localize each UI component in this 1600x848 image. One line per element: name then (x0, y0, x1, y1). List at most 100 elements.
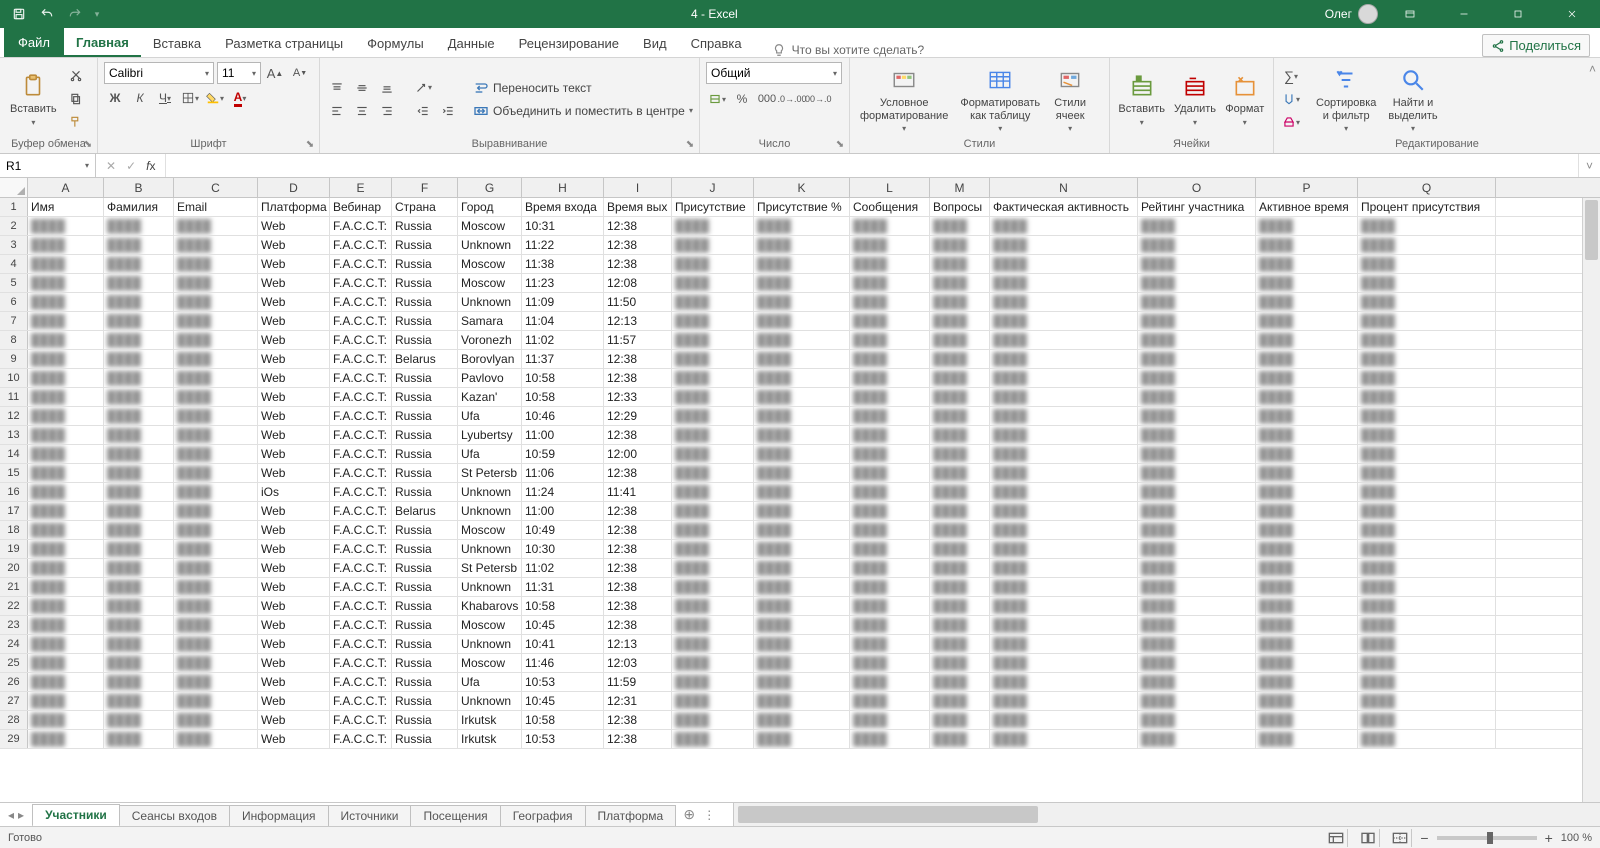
cell[interactable]: 12:29 (604, 407, 672, 425)
cell[interactable]: ████ (990, 616, 1138, 634)
row-header[interactable]: 27 (0, 692, 28, 710)
cell[interactable]: Web (258, 236, 330, 254)
cell[interactable]: ████ (1256, 483, 1358, 501)
cell[interactable]: F.A.C.C.T: (330, 521, 392, 539)
conditional-formatting-button[interactable]: Условное форматирование▾ (856, 63, 952, 134)
sheet-nav-next-icon[interactable]: ▸ (18, 808, 24, 822)
cell[interactable]: 12:38 (604, 730, 672, 748)
row-header[interactable]: 22 (0, 597, 28, 615)
sheet-tab[interactable]: Платформа (585, 805, 677, 826)
cell[interactable]: Russia (392, 445, 458, 463)
header-cell[interactable]: Страна (392, 198, 458, 216)
font-name-combo[interactable]: Calibri▾ (104, 62, 214, 84)
cell[interactable]: ████ (930, 654, 990, 672)
cell[interactable]: Russia (392, 464, 458, 482)
cell[interactable]: ████ (672, 426, 754, 444)
cell[interactable]: ████ (104, 312, 174, 330)
cell[interactable]: ████ (930, 730, 990, 748)
cell[interactable]: ████ (850, 635, 930, 653)
cell[interactable]: 12:38 (604, 711, 672, 729)
cell[interactable]: ████ (1138, 236, 1256, 254)
cell[interactable]: ████ (1358, 255, 1496, 273)
cell[interactable]: ████ (1138, 483, 1256, 501)
cell[interactable]: ████ (990, 540, 1138, 558)
cell[interactable]: ████ (754, 616, 850, 634)
zoom-level[interactable]: 100 % (1561, 832, 1592, 844)
cell[interactable]: ████ (1358, 312, 1496, 330)
row-header[interactable]: 17 (0, 502, 28, 520)
cell[interactable]: ████ (104, 597, 174, 615)
cell[interactable]: Web (258, 331, 330, 349)
sheet-nav-prev-icon[interactable]: ◂ (8, 808, 14, 822)
cell[interactable]: 12:38 (604, 521, 672, 539)
header-cell[interactable]: Имя (28, 198, 104, 216)
cell[interactable]: 11:31 (522, 578, 604, 596)
cell[interactable]: ████ (104, 217, 174, 235)
select-all-button[interactable] (0, 178, 28, 197)
column-header[interactable]: E (330, 178, 392, 197)
cell[interactable]: ████ (754, 274, 850, 292)
row-header[interactable]: 5 (0, 274, 28, 292)
cell[interactable]: Moscow (458, 654, 522, 672)
cell[interactable]: Web (258, 445, 330, 463)
cell[interactable]: 11:23 (522, 274, 604, 292)
format-cells-button[interactable]: Формат▾ (1223, 69, 1267, 128)
cell[interactable]: ████ (28, 483, 104, 501)
cell[interactable]: ████ (1256, 407, 1358, 425)
collapse-ribbon-icon[interactable]: ˄ (1589, 62, 1596, 76)
cell[interactable]: Web (258, 540, 330, 558)
ribbon-tab[interactable]: Формулы (355, 29, 436, 57)
cell[interactable]: 12:13 (604, 312, 672, 330)
cell[interactable]: Web (258, 711, 330, 729)
cell[interactable]: ████ (28, 236, 104, 254)
cell[interactable]: ████ (850, 217, 930, 235)
cell[interactable]: F.A.C.C.T: (330, 597, 392, 615)
cell[interactable]: 11:41 (604, 483, 672, 501)
cell[interactable]: Web (258, 312, 330, 330)
cell[interactable]: ████ (1138, 502, 1256, 520)
cell[interactable]: ████ (1358, 711, 1496, 729)
cell[interactable]: 12:38 (604, 255, 672, 273)
cell[interactable]: 10:53 (522, 673, 604, 691)
cell[interactable]: ████ (28, 540, 104, 558)
cell[interactable]: 12:38 (604, 540, 672, 558)
cell[interactable]: ████ (104, 635, 174, 653)
header-cell[interactable]: Время входа (522, 198, 604, 216)
maximize-icon[interactable] (1496, 0, 1540, 28)
cell[interactable]: ████ (174, 464, 258, 482)
cell[interactable]: Ufa (458, 445, 522, 463)
cell[interactable]: ████ (754, 673, 850, 691)
cell[interactable]: ████ (672, 464, 754, 482)
cell[interactable]: Web (258, 578, 330, 596)
cell[interactable]: 11:02 (522, 331, 604, 349)
new-sheet-button[interactable]: ⊕ (675, 803, 703, 826)
cell[interactable]: ████ (28, 692, 104, 710)
find-select-button[interactable]: Найти и выделить▾ (1384, 63, 1441, 134)
cell[interactable]: F.A.C.C.T: (330, 407, 392, 425)
cell[interactable]: F.A.C.C.T: (330, 616, 392, 634)
cell[interactable]: 11:02 (522, 559, 604, 577)
cell[interactable]: ████ (1358, 369, 1496, 387)
cell[interactable]: ████ (104, 369, 174, 387)
cell[interactable]: ████ (930, 388, 990, 406)
cell[interactable]: 11:22 (522, 236, 604, 254)
cell[interactable]: ████ (28, 711, 104, 729)
cell[interactable]: ████ (104, 350, 174, 368)
cell[interactable]: ████ (672, 730, 754, 748)
cell[interactable]: ████ (28, 293, 104, 311)
close-icon[interactable] (1550, 0, 1594, 28)
column-header[interactable]: O (1138, 178, 1256, 197)
cell[interactable]: 10:58 (522, 711, 604, 729)
sheet-tab[interactable]: Информация (229, 805, 328, 826)
row-header[interactable]: 10 (0, 369, 28, 387)
sheet-tab[interactable]: Источники (328, 805, 412, 826)
cell[interactable]: Russia (392, 369, 458, 387)
cell[interactable]: ████ (104, 692, 174, 710)
alignment-launcher-icon[interactable]: ⬊ (683, 137, 697, 151)
cell[interactable]: Unknown (458, 692, 522, 710)
cell[interactable]: Russia (392, 616, 458, 634)
cell[interactable]: Web (258, 293, 330, 311)
cell[interactable]: ████ (990, 217, 1138, 235)
cell[interactable]: ████ (1256, 274, 1358, 292)
cell[interactable]: ████ (1256, 426, 1358, 444)
